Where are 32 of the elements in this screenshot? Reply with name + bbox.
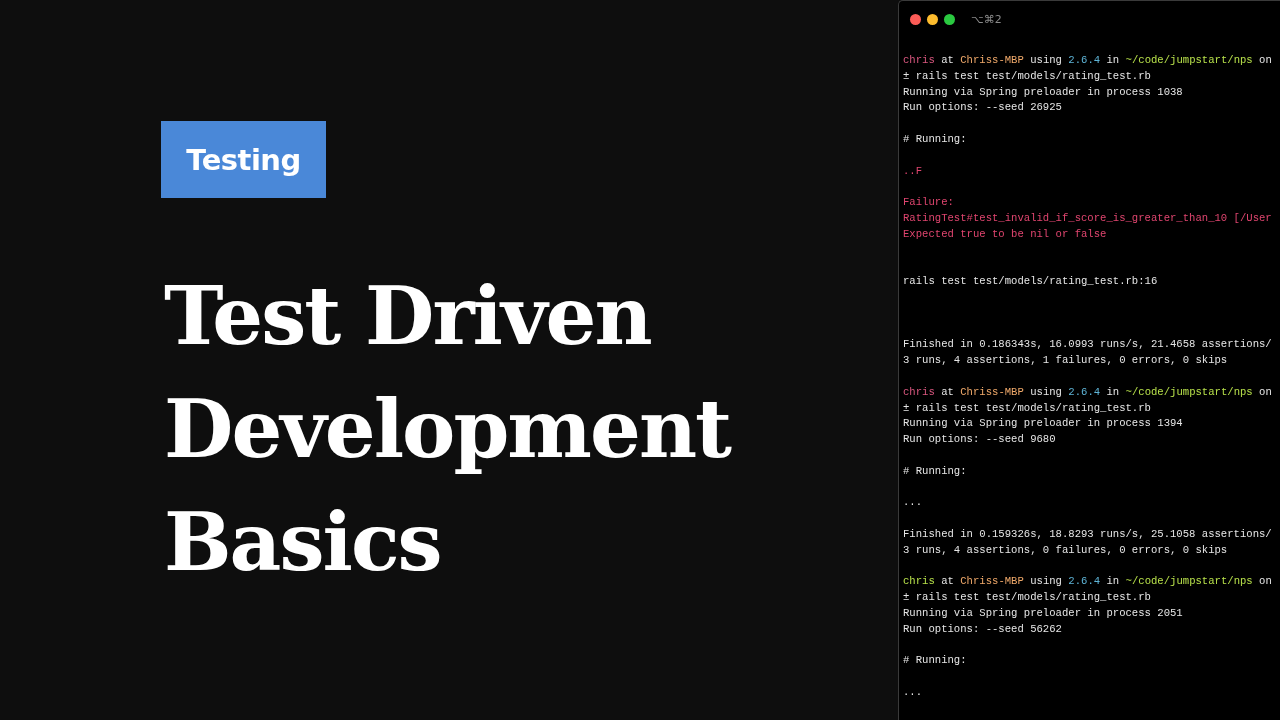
terminal-line: chris at Chriss-MBP using 2.6.4 in ~/code/jumpstart/nps on [903,384,1273,400]
terminal-line: Run options: --seed 26925 [903,100,1063,116]
terminal-line: 3 runs, 4 assertions, 0 failures, 0 errors, 0 skips [903,542,1229,558]
terminal-line: ± rails test test/models/rating_test.rb [903,68,1152,84]
terminal-line: Finished in 0.186343s, 16.0993 runs/s, 21.4658 assertions/ [903,337,1273,353]
terminal-line: Run options: --seed 9680 [903,432,1057,448]
window-title: ⌥⌘2 [971,13,1002,26]
terminal-line: # Running: [903,132,968,147]
terminal-line: Running via Spring preloader in process 1038 [903,84,1184,100]
terminal-line: Expected true to be nil or false [903,226,1108,242]
terminal-line: ..F [903,163,924,179]
terminal-line: ± rails test test/models/rating_test.rb [903,590,1152,606]
close-button[interactable] [910,14,921,25]
terminal-line: # Running: [903,463,968,479]
terminal-line: ... [903,495,924,511]
topic-tag: Testing [161,121,326,198]
terminal-line: Run options: --seed 56262 [903,621,1063,637]
terminal-line: # Running: [903,653,968,669]
terminal-line: ± rails test test/models/rating_test.rb [903,400,1152,416]
zoom-button[interactable] [944,14,955,25]
terminal-line: chris at Chriss-MBP using 2.6.4 in ~/code/jumpstart/nps on [903,53,1273,68]
terminal-line: rails test test/models/rating_test.rb:16 [903,274,1159,290]
video-title: Test Driven Development Basics [164,268,730,591]
minimize-button[interactable] [927,14,938,25]
terminal-line: RatingTest#test_invalid_if_score_is_greater_than_10 [/User [903,210,1273,226]
terminal-line: ... [903,684,924,700]
terminal-line: Finished in 0.159326s, 18.8293 runs/s, 25.1058 assertions/ [903,526,1273,542]
terminal-line: chris at Chriss-MBP using 2.6.4 in ~/code/jumpstart/nps on [903,574,1273,590]
terminal-line: 3 runs, 4 assertions, 1 failures, 0 errors, 0 skips [903,353,1229,369]
terminal-line: Running via Spring preloader in process 2051 [903,605,1184,621]
terminal-line: Running via Spring preloader in process 1394 [903,416,1184,432]
terminal-line: Failure: [903,195,955,211]
